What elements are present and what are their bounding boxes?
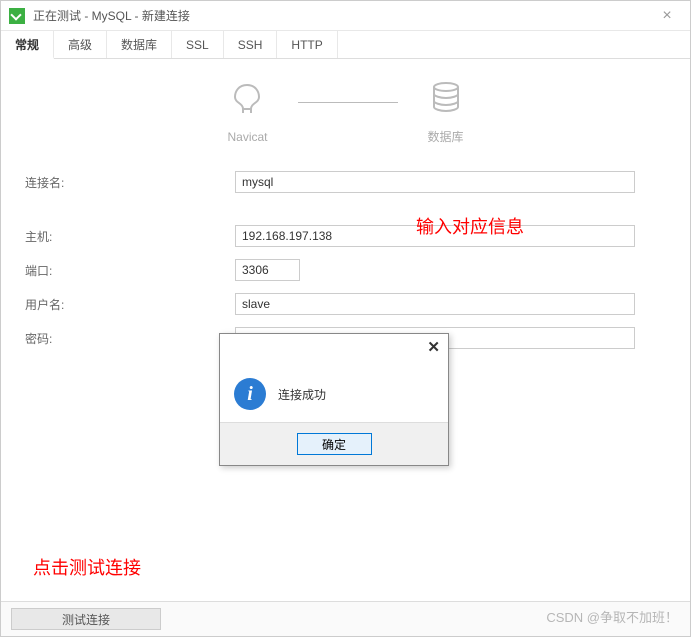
row-connection-name: 连接名: [25, 170, 666, 194]
connector-line [298, 102, 398, 103]
database-label: 数据库 [428, 128, 464, 145]
database-node: 数据库 [428, 79, 464, 145]
annotation-input-info: 输入对应信息 [416, 213, 524, 239]
test-connection-button[interactable]: 测试连接 [11, 608, 161, 630]
connection-name-label: 连接名: [25, 174, 235, 191]
port-label: 端口: [25, 262, 235, 279]
success-dialog: ✕ i 连接成功 确定 [219, 333, 449, 466]
row-host: 主机: [25, 224, 666, 248]
navicat-node: Navicat [227, 81, 267, 144]
dialog-footer: 确定 [220, 422, 448, 465]
window-title: 正在测试 - MySQL - 新建连接 [33, 7, 652, 24]
ok-button[interactable]: 确定 [297, 433, 372, 455]
annotation-click-test: 点击测试连接 [33, 554, 141, 580]
tab-database[interactable]: 数据库 [107, 31, 172, 58]
tab-general[interactable]: 常规 [1, 31, 54, 59]
connection-diagram: Navicat 数据库 [25, 79, 666, 145]
row-username: 用户名: [25, 292, 666, 316]
main-window: 正在测试 - MySQL - 新建连接 × 常规 高级 数据库 SSL SSH … [0, 0, 691, 637]
watermark: CSDN @争取不加班！ [546, 607, 678, 626]
close-button[interactable]: × [652, 6, 682, 26]
database-icon [428, 79, 464, 120]
password-label: 密码: [25, 330, 235, 347]
navicat-label: Navicat [227, 130, 267, 144]
tab-bar: 常规 高级 数据库 SSL SSH HTTP [1, 31, 690, 59]
dialog-body: i 连接成功 [220, 360, 448, 422]
dialog-close-button[interactable]: ✕ [427, 338, 440, 356]
info-icon: i [234, 378, 266, 410]
navicat-icon [229, 81, 265, 122]
dialog-titlebar: ✕ [220, 334, 448, 360]
username-input[interactable] [235, 293, 635, 315]
titlebar: 正在测试 - MySQL - 新建连接 × [1, 1, 690, 31]
tab-http[interactable]: HTTP [277, 31, 337, 58]
app-icon [9, 8, 25, 24]
host-label: 主机: [25, 228, 235, 245]
tab-ssl[interactable]: SSL [172, 31, 224, 58]
connection-name-input[interactable] [235, 171, 635, 193]
row-port: 端口: [25, 258, 666, 282]
dialog-message: 连接成功 [278, 386, 326, 403]
tab-ssh[interactable]: SSH [224, 31, 278, 58]
tab-advanced[interactable]: 高级 [54, 31, 107, 58]
username-label: 用户名: [25, 296, 235, 313]
port-input[interactable] [235, 259, 300, 281]
